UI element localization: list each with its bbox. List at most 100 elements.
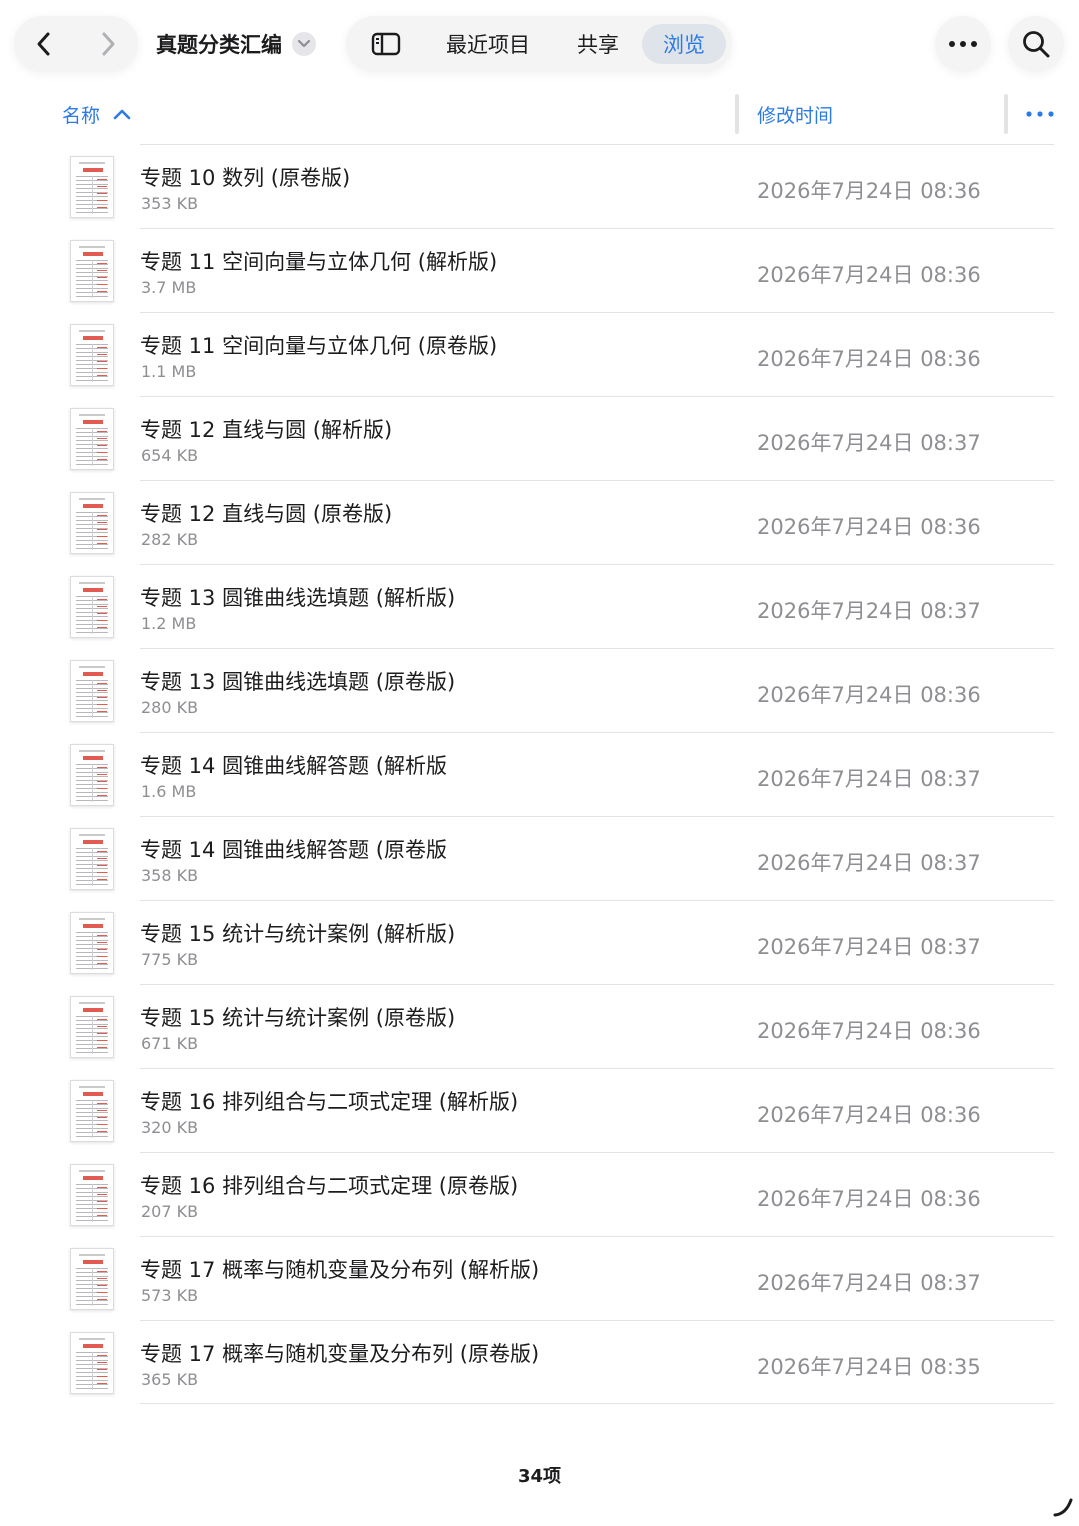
column-header-name[interactable]: 名称 <box>62 100 132 128</box>
row-divider <box>140 396 1054 397</box>
file-list: 专题 10 数列 (原卷版) 353 KB 2026年7月24日 08:36 专题 1… <box>0 144 1079 1404</box>
file-row[interactable]: 专题 11 空间向量与立体几何 (解析版) 3.7 MB 2026年7月24日 08… <box>0 228 1079 312</box>
file-name: 专题 17 概率与随机变量及分布列 (解析版) <box>140 1258 540 1282</box>
document-thumbnail-icon <box>70 828 114 890</box>
column-header-modified[interactable]: 修改时间 <box>757 100 833 128</box>
document-thumbnail-icon <box>70 408 114 470</box>
row-divider <box>140 732 1054 733</box>
file-name: 专题 15 统计与统计案例 (原卷版) <box>140 1006 456 1030</box>
tab-bar: 最近项目 共享 浏览 <box>346 16 732 72</box>
file-row[interactable]: 专题 14 圆锥曲线解答题 (原卷版 358 KB 2026年7月24日 08:37 <box>0 816 1079 900</box>
file-row[interactable]: 专题 15 统计与统计案例 (解析版) 775 KB 2026年7月24日 08:3… <box>0 900 1079 984</box>
document-thumbnail-icon <box>70 1164 114 1226</box>
document-thumbnail-icon <box>70 744 114 806</box>
file-modified-date: 2026年7月24日 08:36 <box>757 179 981 203</box>
file-modified-date: 2026年7月24日 08:35 <box>757 1355 981 1379</box>
toolbar: 真题分类汇编 最近项目 共享 浏览 <box>0 0 1079 90</box>
sidebar-icon <box>371 32 401 56</box>
file-name: 专题 16 排列组合与二项式定理 (解析版) <box>140 1090 519 1114</box>
file-size: 320 KB <box>141 1118 199 1137</box>
file-row[interactable]: 专题 13 圆锥曲线选填题 (原卷版) 280 KB 2026年7月24日 08:3… <box>0 648 1079 732</box>
file-size: 654 KB <box>141 446 199 465</box>
file-modified-date: 2026年7月24日 08:37 <box>757 767 981 791</box>
file-name: 专题 14 圆锥曲线解答题 (解析版 <box>140 754 447 778</box>
folder-menu-button[interactable] <box>292 32 316 56</box>
file-modified-date: 2026年7月24日 08:36 <box>757 1103 981 1127</box>
column-options-button[interactable] <box>1024 100 1056 128</box>
row-divider <box>140 1236 1054 1237</box>
file-row[interactable]: 专题 17 概率与随机变量及分布列 (解析版) 573 KB 2026年7月24日 … <box>0 1236 1079 1320</box>
row-divider <box>140 648 1054 649</box>
column-header: 名称 修改时间 <box>0 92 1079 136</box>
document-thumbnail-icon <box>70 1080 114 1142</box>
tab-browse[interactable]: 浏览 <box>642 24 726 64</box>
resize-corner-icon[interactable] <box>1052 1496 1074 1518</box>
document-thumbnail-icon <box>70 660 114 722</box>
file-size: 282 KB <box>141 530 199 549</box>
forward-button[interactable] <box>78 16 138 72</box>
row-divider <box>140 228 1054 229</box>
file-modified-date: 2026年7月24日 08:36 <box>757 1019 981 1043</box>
file-size: 365 KB <box>141 1370 199 1389</box>
file-size: 1.1 MB <box>141 362 197 381</box>
document-thumbnail-icon <box>70 996 114 1058</box>
file-row[interactable]: 专题 16 排列组合与二项式定理 (原卷版) 207 KB 2026年7月24日 0… <box>0 1152 1079 1236</box>
row-divider <box>140 564 1054 565</box>
file-row[interactable]: 专题 12 直线与圆 (原卷版) 282 KB 2026年7月24日 08:36 <box>0 480 1079 564</box>
ellipsis-icon <box>1026 111 1054 117</box>
row-divider <box>140 144 1054 145</box>
chevron-left-icon <box>37 32 50 56</box>
back-button[interactable] <box>14 16 74 72</box>
document-thumbnail-icon <box>70 156 114 218</box>
column-resize-handle[interactable] <box>1004 94 1008 134</box>
row-divider <box>140 1320 1054 1321</box>
search-button[interactable] <box>1008 16 1064 72</box>
row-divider <box>140 984 1054 985</box>
file-row[interactable]: 专题 10 数列 (原卷版) 353 KB 2026年7月24日 08:36 <box>0 144 1079 228</box>
file-size: 358 KB <box>141 866 199 885</box>
tab-shared[interactable]: 共享 <box>560 24 636 64</box>
file-modified-date: 2026年7月24日 08:37 <box>757 851 981 875</box>
file-modified-date: 2026年7月24日 08:37 <box>757 935 981 959</box>
document-thumbnail-icon <box>70 240 114 302</box>
column-modified-label: 修改时间 <box>757 104 834 127</box>
file-size: 1.2 MB <box>141 614 197 633</box>
file-row[interactable]: 专题 15 统计与统计案例 (原卷版) 671 KB 2026年7月24日 08:3… <box>0 984 1079 1068</box>
chevron-down-icon <box>297 39 311 48</box>
chevron-right-icon <box>102 32 115 56</box>
row-divider <box>140 1068 1054 1069</box>
file-row[interactable]: 专题 12 直线与圆 (解析版) 654 KB 2026年7月24日 08:37 <box>0 396 1079 480</box>
file-name: 专题 10 数列 (原卷版) <box>140 166 351 190</box>
row-divider <box>140 816 1054 817</box>
file-size: 775 KB <box>141 950 199 969</box>
file-name: 专题 13 圆锥曲线选填题 (解析版) <box>140 586 456 610</box>
column-resize-handle[interactable] <box>735 94 739 134</box>
file-size: 3.7 MB <box>141 278 197 297</box>
file-row[interactable]: 专题 17 概率与随机变量及分布列 (原卷版) 365 KB 2026年7月24日 … <box>0 1320 1079 1404</box>
item-count: 34项 <box>517 1466 562 1487</box>
file-row[interactable]: 专题 13 圆锥曲线选填题 (解析版) 1.2 MB 2026年7月24日 08:3… <box>0 564 1079 648</box>
document-thumbnail-icon <box>70 492 114 554</box>
file-row[interactable]: 专题 14 圆锥曲线解答题 (解析版 1.6 MB 2026年7月24日 08:37 <box>0 732 1079 816</box>
file-name: 专题 12 直线与圆 (解析版) <box>140 418 393 442</box>
file-name: 专题 11 空间向量与立体几何 (解析版) <box>140 250 498 274</box>
file-row[interactable]: 专题 11 空间向量与立体几何 (原卷版) 1.1 MB 2026年7月24日 08… <box>0 312 1079 396</box>
file-name: 专题 16 排列组合与二项式定理 (原卷版) <box>140 1174 519 1198</box>
file-modified-date: 2026年7月24日 08:37 <box>757 1271 981 1295</box>
search-icon <box>1023 31 1050 58</box>
sort-ascending-icon <box>112 107 132 121</box>
document-thumbnail-icon <box>70 1332 114 1394</box>
more-options-button[interactable] <box>935 16 991 72</box>
file-name: 专题 17 概率与随机变量及分布列 (原卷版) <box>140 1342 540 1366</box>
sidebar-toggle-button[interactable] <box>364 28 408 60</box>
tab-recent[interactable]: 最近项目 <box>432 24 544 64</box>
file-modified-date: 2026年7月24日 08:37 <box>757 431 981 455</box>
file-name: 专题 12 直线与圆 (原卷版) <box>140 502 393 526</box>
folder-title-menu[interactable]: 真题分类汇编 <box>156 26 316 62</box>
row-divider <box>140 1403 1054 1404</box>
row-divider <box>140 480 1054 481</box>
document-thumbnail-icon <box>70 912 114 974</box>
file-row[interactable]: 专题 16 排列组合与二项式定理 (解析版) 320 KB 2026年7月24日 0… <box>0 1068 1079 1152</box>
file-size: 280 KB <box>141 698 199 717</box>
file-size: 1.6 MB <box>141 782 197 801</box>
